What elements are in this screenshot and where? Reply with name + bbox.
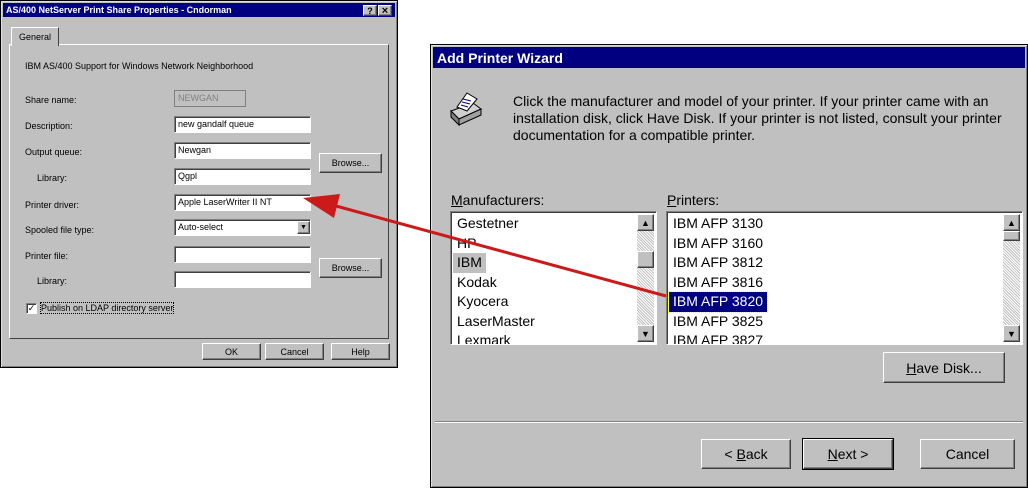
panel-heading: IBM AS/400 Support for Windows Network N… — [25, 61, 254, 71]
back-button[interactable]: < Back — [701, 439, 791, 469]
output-queue-field[interactable]: Newgan — [174, 142, 311, 159]
browse-queue-button[interactable]: Browse... — [319, 153, 382, 173]
manufacturers-list[interactable]: Gestetner HP IBM Kodak Kyocera LaserMast… — [450, 211, 657, 345]
publish-checkbox[interactable]: ✓ — [26, 303, 37, 314]
wizard-title: Add Printer Wizard — [437, 49, 563, 66]
have-disk-label: Have Disk... — [906, 360, 981, 376]
scroll-up-icon[interactable]: ▲ — [1003, 214, 1020, 231]
list-item[interactable]: IBM AFP 3812 — [669, 253, 1003, 273]
list-item[interactable]: IBM AFP 3825 — [669, 312, 1003, 332]
wizard-instructions: Click the manufacturer and model of your… — [513, 93, 1002, 143]
printer-file-label: Printer file: — [25, 251, 69, 261]
print-share-properties-dialog: AS/400 NetServer Print Share Properties … — [0, 0, 398, 368]
wizard-cancel-button[interactable]: Cancel — [920, 439, 1015, 469]
library2-label: Library: — [37, 276, 68, 286]
have-disk-button[interactable]: Have Disk... — [883, 352, 1005, 383]
wizard-cancel-label: Cancel — [945, 446, 990, 462]
share-name-label: Share name: — [25, 95, 77, 105]
printers-scrollbar[interactable]: ▲ ▼ — [1003, 214, 1020, 342]
scroll-down-icon[interactable]: ▼ — [1003, 325, 1020, 342]
share-cancel-button[interactable]: Cancel — [265, 343, 324, 360]
printer-icon — [450, 92, 482, 127]
have-disk-text: ave Disk... — [916, 359, 982, 376]
browse-queue-label: Browse... — [331, 158, 370, 168]
next-label: Next > — [828, 446, 869, 462]
help-label: Help — [351, 346, 370, 357]
description-label: Description: — [25, 121, 73, 131]
tab-general-label: General — [18, 32, 52, 42]
spooled-type-select[interactable]: Auto-select — [174, 219, 311, 236]
help-button[interactable]: Help — [331, 343, 390, 360]
wizard-separator — [435, 421, 1023, 423]
printers-label-text: rinters: — [676, 192, 720, 208]
manufacturers-label-text: anufacturers: — [462, 192, 545, 208]
next-text: ext > — [837, 446, 869, 462]
publish-label: Publish on LDAP directory server — [39, 302, 175, 314]
scroll-up-icon[interactable]: ▲ — [637, 214, 654, 231]
checkmark-icon: ✓ — [27, 303, 36, 313]
scroll-down-icon[interactable]: ▼ — [637, 325, 654, 342]
title-close-button[interactable]: × — [378, 4, 392, 17]
browse-file-label: Browse... — [331, 263, 370, 273]
printer-file-field[interactable] — [174, 246, 311, 263]
chevron-down-icon[interactable]: ▼ — [297, 221, 310, 234]
list-item[interactable]: IBM AFP 3130 — [669, 214, 1003, 234]
printer-driver-label: Printer driver: — [25, 200, 80, 210]
list-item[interactable]: Kyocera — [453, 292, 637, 312]
tab-general[interactable]: General — [11, 27, 59, 46]
share-name-field: NEWGAN — [174, 90, 246, 107]
spooled-type-value: Auto-select — [178, 222, 224, 232]
output-queue-label: Output queue: — [25, 147, 83, 157]
spooled-type-label: Spooled file type: — [25, 225, 95, 235]
list-item-selected[interactable]: IBM — [453, 253, 486, 273]
manufacturers-label: Manufacturers: — [451, 192, 544, 208]
library-field[interactable]: Qgpl — [174, 168, 311, 185]
share-dialog-title: AS/400 NetServer Print Share Properties … — [6, 5, 232, 15]
description-field[interactable]: new gandalf queue — [174, 116, 311, 133]
back-prefix: < — [724, 446, 737, 462]
help-icon: ? — [367, 5, 373, 16]
ok-button[interactable]: OK — [202, 343, 261, 360]
have-disk-accel: H — [906, 359, 917, 376]
list-item[interactable]: IBM AFP 3160 — [669, 234, 1003, 254]
list-item[interactable]: Gestetner — [453, 214, 637, 234]
printers-list[interactable]: IBM AFP 3130 IBM AFP 3160 IBM AFP 3812 I… — [666, 211, 1023, 345]
printers-accel: P — [667, 192, 677, 208]
close-icon: × — [381, 4, 389, 17]
list-item[interactable]: IBM AFP 3816 — [669, 273, 1003, 293]
library-label: Library: — [37, 173, 68, 183]
manufacturers-accel: M — [451, 192, 463, 208]
next-accel: N — [827, 446, 838, 462]
browse-file-button[interactable]: Browse... — [319, 258, 382, 278]
list-item-selected[interactable]: IBM AFP 3820 — [667, 291, 769, 313]
library2-field[interactable] — [174, 271, 311, 288]
printer-driver-field[interactable]: Apple LaserWriter II NT — [174, 194, 311, 211]
manufacturers-scrollbar[interactable]: ▲ ▼ — [637, 214, 654, 342]
list-item[interactable]: Kodak — [453, 273, 637, 293]
share-cancel-label: Cancel — [280, 346, 309, 357]
back-label: < Back — [724, 446, 767, 462]
list-item[interactable]: HP — [453, 234, 637, 254]
add-printer-wizard-dialog: Add Printer Wizard Click the manufacture… — [430, 44, 1028, 488]
scroll-thumb[interactable] — [637, 251, 654, 268]
back-accel: B — [736, 446, 746, 462]
wizard-title-bar[interactable]: Add Printer Wizard — [433, 47, 1025, 68]
ok-label: OK — [224, 346, 238, 357]
list-item[interactable]: LaserMaster — [453, 312, 637, 332]
list-item[interactable]: Lexmark — [453, 331, 637, 344]
back-text: ack — [745, 446, 768, 462]
next-button[interactable]: Next > — [802, 438, 894, 470]
share-dialog-title-bar[interactable]: AS/400 NetServer Print Share Properties … — [3, 3, 395, 17]
title-help-button[interactable]: ? — [363, 5, 377, 16]
tab-panel — [9, 44, 389, 339]
list-item[interactable]: IBM AFP 3827 — [669, 331, 1003, 344]
scroll-thumb[interactable] — [1003, 231, 1020, 241]
printers-label: Printers: — [667, 192, 719, 208]
